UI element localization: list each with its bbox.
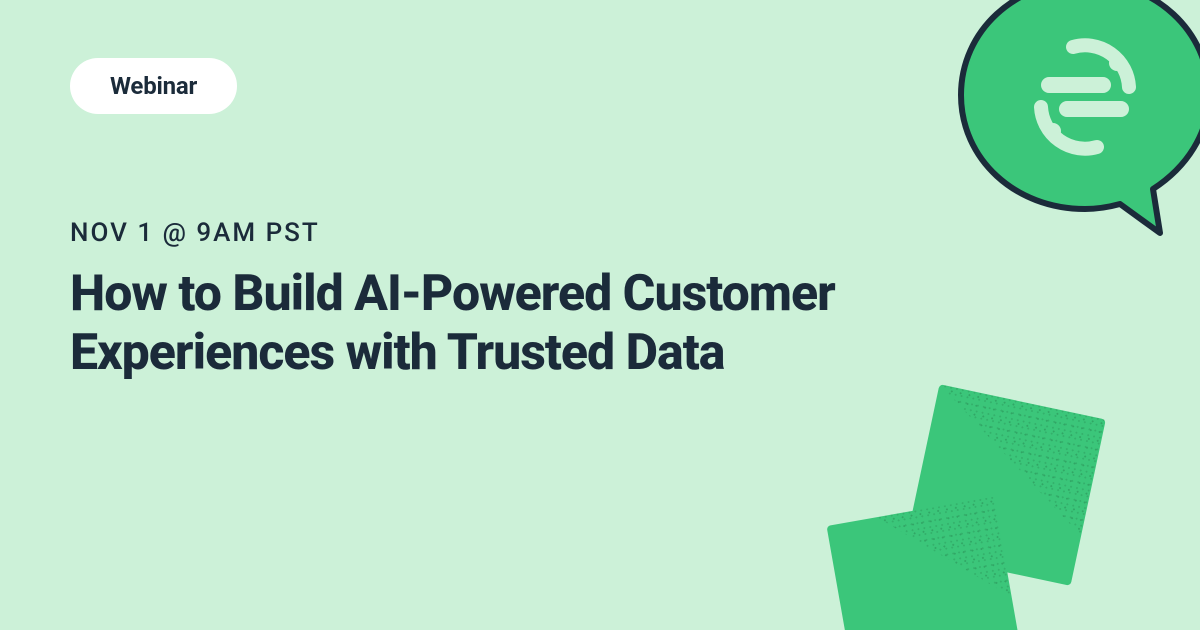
promo-card: Webinar NOV 1 @ 9AM PST How to Build AI-…	[0, 0, 1200, 630]
event-datetime: NOV 1 @ 9AM PST	[70, 218, 320, 248]
decorative-square	[827, 497, 1024, 630]
category-badge-label: Webinar	[110, 72, 197, 100]
event-title: How to Build AI-Powered Customer Experie…	[70, 265, 1010, 383]
decorative-squares	[840, 390, 1140, 630]
speech-bubble-icon	[945, 0, 1200, 245]
category-badge: Webinar	[70, 58, 237, 114]
